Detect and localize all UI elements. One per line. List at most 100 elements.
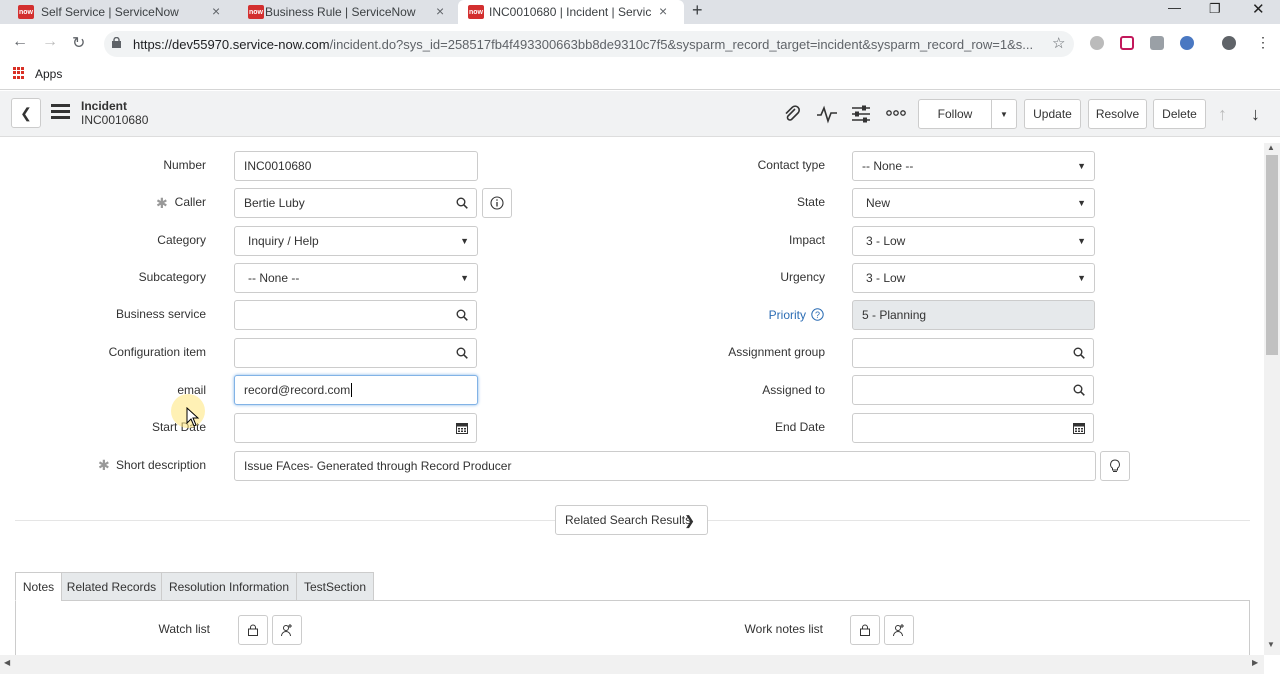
email-value: record@record.com <box>244 383 351 397</box>
hamburger-menu-icon[interactable] <box>51 104 70 120</box>
minimize-icon[interactable]: — <box>1168 0 1181 15</box>
apps-grid-icon[interactable] <box>13 67 25 79</box>
forward-arrow-icon[interactable]: → <box>42 33 58 51</box>
scroll-right-arrow-icon[interactable]: ▶ <box>1252 658 1258 667</box>
scroll-left-arrow-icon[interactable]: ◀ <box>4 658 10 667</box>
browser-tab-incident[interactable]: now INC0010680 | Incident | ServiceN × <box>458 0 684 24</box>
url-path: /incident.do?sys_id=258517fb4f493300663b… <box>329 37 1034 52</box>
next-record-arrow-icon[interactable]: ↓ <box>1251 104 1260 125</box>
chevron-right-icon: ❯ <box>684 513 695 528</box>
configuration-item-lookup-button[interactable] <box>447 338 477 368</box>
new-tab-icon[interactable]: + <box>692 0 703 21</box>
tab-resolution-information[interactable]: Resolution Information <box>161 572 297 601</box>
assigned-to-lookup-button[interactable] <box>1064 375 1094 405</box>
impact-select[interactable]: 3 - Low ▼ <box>852 226 1095 256</box>
horizontal-scrollbar[interactable] <box>0 655 1264 674</box>
restore-icon[interactable]: ❐ <box>1209 1 1221 17</box>
work-notes-lock-button[interactable] <box>850 615 880 645</box>
caret-down-icon: ▼ <box>1000 109 1008 119</box>
close-tab-icon[interactable]: × <box>659 3 667 19</box>
assigned-to-label: Assigned to <box>762 383 825 397</box>
url-text[interactable]: https://dev55970.service-now.com/inciden… <box>133 37 1038 52</box>
servicenow-favicon: now <box>468 5 484 19</box>
short-description-field[interactable]: Issue FAces- Generated through Record Pr… <box>234 451 1096 481</box>
close-tab-icon[interactable]: × <box>212 3 220 19</box>
work-notes-add-me-button[interactable] <box>884 615 914 645</box>
close-tab-icon[interactable]: × <box>436 3 444 19</box>
search-icon <box>456 347 468 359</box>
end-date-field[interactable] <box>852 413 1065 443</box>
caller-info-button[interactable] <box>482 188 512 218</box>
profile-icon[interactable] <box>1222 36 1236 50</box>
update-button[interactable]: Update <box>1024 99 1081 129</box>
servicenow-favicon: now <box>18 5 34 19</box>
assignment-group-field[interactable] <box>852 338 1065 368</box>
browser-tab-self-service[interactable]: now Self Service | ServiceNow × <box>0 0 232 24</box>
related-search-results-button[interactable]: Related Search Results ❯ <box>555 505 708 535</box>
follow-dropdown-button[interactable]: ▼ <box>991 99 1017 129</box>
attachment-paperclip-icon[interactable] <box>782 104 802 124</box>
record-type-title: Incident <box>81 99 128 113</box>
close-window-icon[interactable]: ✕ <box>1252 0 1265 18</box>
assignment-group-lookup-button[interactable] <box>1064 338 1094 368</box>
caller-field[interactable]: Bertie Luby <box>234 188 448 218</box>
tab-notes[interactable]: Notes <box>15 572 62 601</box>
watch-list-lock-button[interactable] <box>238 615 268 645</box>
personalize-sliders-icon[interactable] <box>851 104 871 124</box>
extension-icon[interactable] <box>1090 36 1104 50</box>
contact-type-select[interactable]: -- None -- ▼ <box>852 151 1095 181</box>
svg-text:?: ? <box>815 310 820 320</box>
back-button[interactable]: ❮ <box>11 98 41 128</box>
back-arrow-icon[interactable]: ← <box>12 33 28 51</box>
lock-icon <box>860 624 870 636</box>
tab-testsection[interactable]: TestSection <box>296 572 374 601</box>
business-service-field[interactable] <box>234 300 448 330</box>
end-date-calendar-button[interactable] <box>1064 413 1094 443</box>
reload-icon[interactable]: ↻ <box>72 33 85 53</box>
category-select[interactable]: Inquiry / Help ▼ <box>234 226 478 256</box>
email-field[interactable]: record@record.com <box>234 375 478 405</box>
resolve-button[interactable]: Resolve <box>1088 99 1147 129</box>
extension-icon[interactable] <box>1150 36 1164 50</box>
activity-pulse-icon[interactable] <box>816 104 838 124</box>
business-service-lookup-button[interactable] <box>447 300 477 330</box>
urgency-select[interactable]: 3 - Low ▼ <box>852 263 1095 293</box>
caret-down-icon: ▼ <box>1077 161 1086 171</box>
start-date-calendar-button[interactable] <box>447 413 477 443</box>
menu-dots-icon[interactable]: ⋮ <box>1256 34 1270 51</box>
start-date-field[interactable] <box>234 413 448 443</box>
apps-label[interactable]: Apps <box>35 67 62 81</box>
help-question-icon[interactable]: ? <box>811 308 824 321</box>
browser-tab-business-rule[interactable]: now Business Rule | ServiceNow × <box>232 0 456 24</box>
business-service-label: Business service <box>115 307 206 321</box>
chevron-left-icon: ❮ <box>20 104 32 121</box>
delete-button[interactable]: Delete <box>1153 99 1206 129</box>
scroll-down-arrow-icon[interactable]: ▼ <box>1267 640 1275 649</box>
follow-button[interactable]: Follow <box>918 99 992 129</box>
related-search-label: Related Search Results <box>565 513 692 527</box>
category-label: Category <box>157 233 206 247</box>
previous-record-arrow-icon[interactable]: ↑ <box>1218 104 1227 125</box>
bookmark-star-icon[interactable]: ☆ <box>1052 34 1065 52</box>
priority-label[interactable]: Priority <box>769 308 806 322</box>
caret-down-icon: ▼ <box>460 236 469 246</box>
scroll-up-arrow-icon[interactable]: ▲ <box>1267 143 1275 152</box>
extension-icon[interactable] <box>1120 36 1134 50</box>
configuration-item-field[interactable] <box>234 338 448 368</box>
calendar-icon <box>1072 423 1085 434</box>
suggestion-button[interactable] <box>1100 451 1130 481</box>
assigned-to-field[interactable] <box>852 375 1065 405</box>
caller-lookup-button[interactable] <box>447 188 477 218</box>
state-select[interactable]: New ▼ <box>852 188 1095 218</box>
vertical-scrollbar-thumb[interactable] <box>1266 155 1278 355</box>
lock-icon <box>248 624 258 636</box>
watch-list-add-me-button[interactable] <box>272 615 302 645</box>
more-options-icon[interactable] <box>886 109 906 117</box>
tab-related-records[interactable]: Related Records <box>61 572 162 601</box>
extension-icon[interactable] <box>1180 36 1194 50</box>
calendar-icon <box>455 423 468 434</box>
text-cursor <box>351 383 353 397</box>
short-description-label: Short description <box>115 458 206 472</box>
subcategory-select[interactable]: -- None -- ▼ <box>234 263 478 293</box>
number-field[interactable]: INC0010680 <box>234 151 478 181</box>
